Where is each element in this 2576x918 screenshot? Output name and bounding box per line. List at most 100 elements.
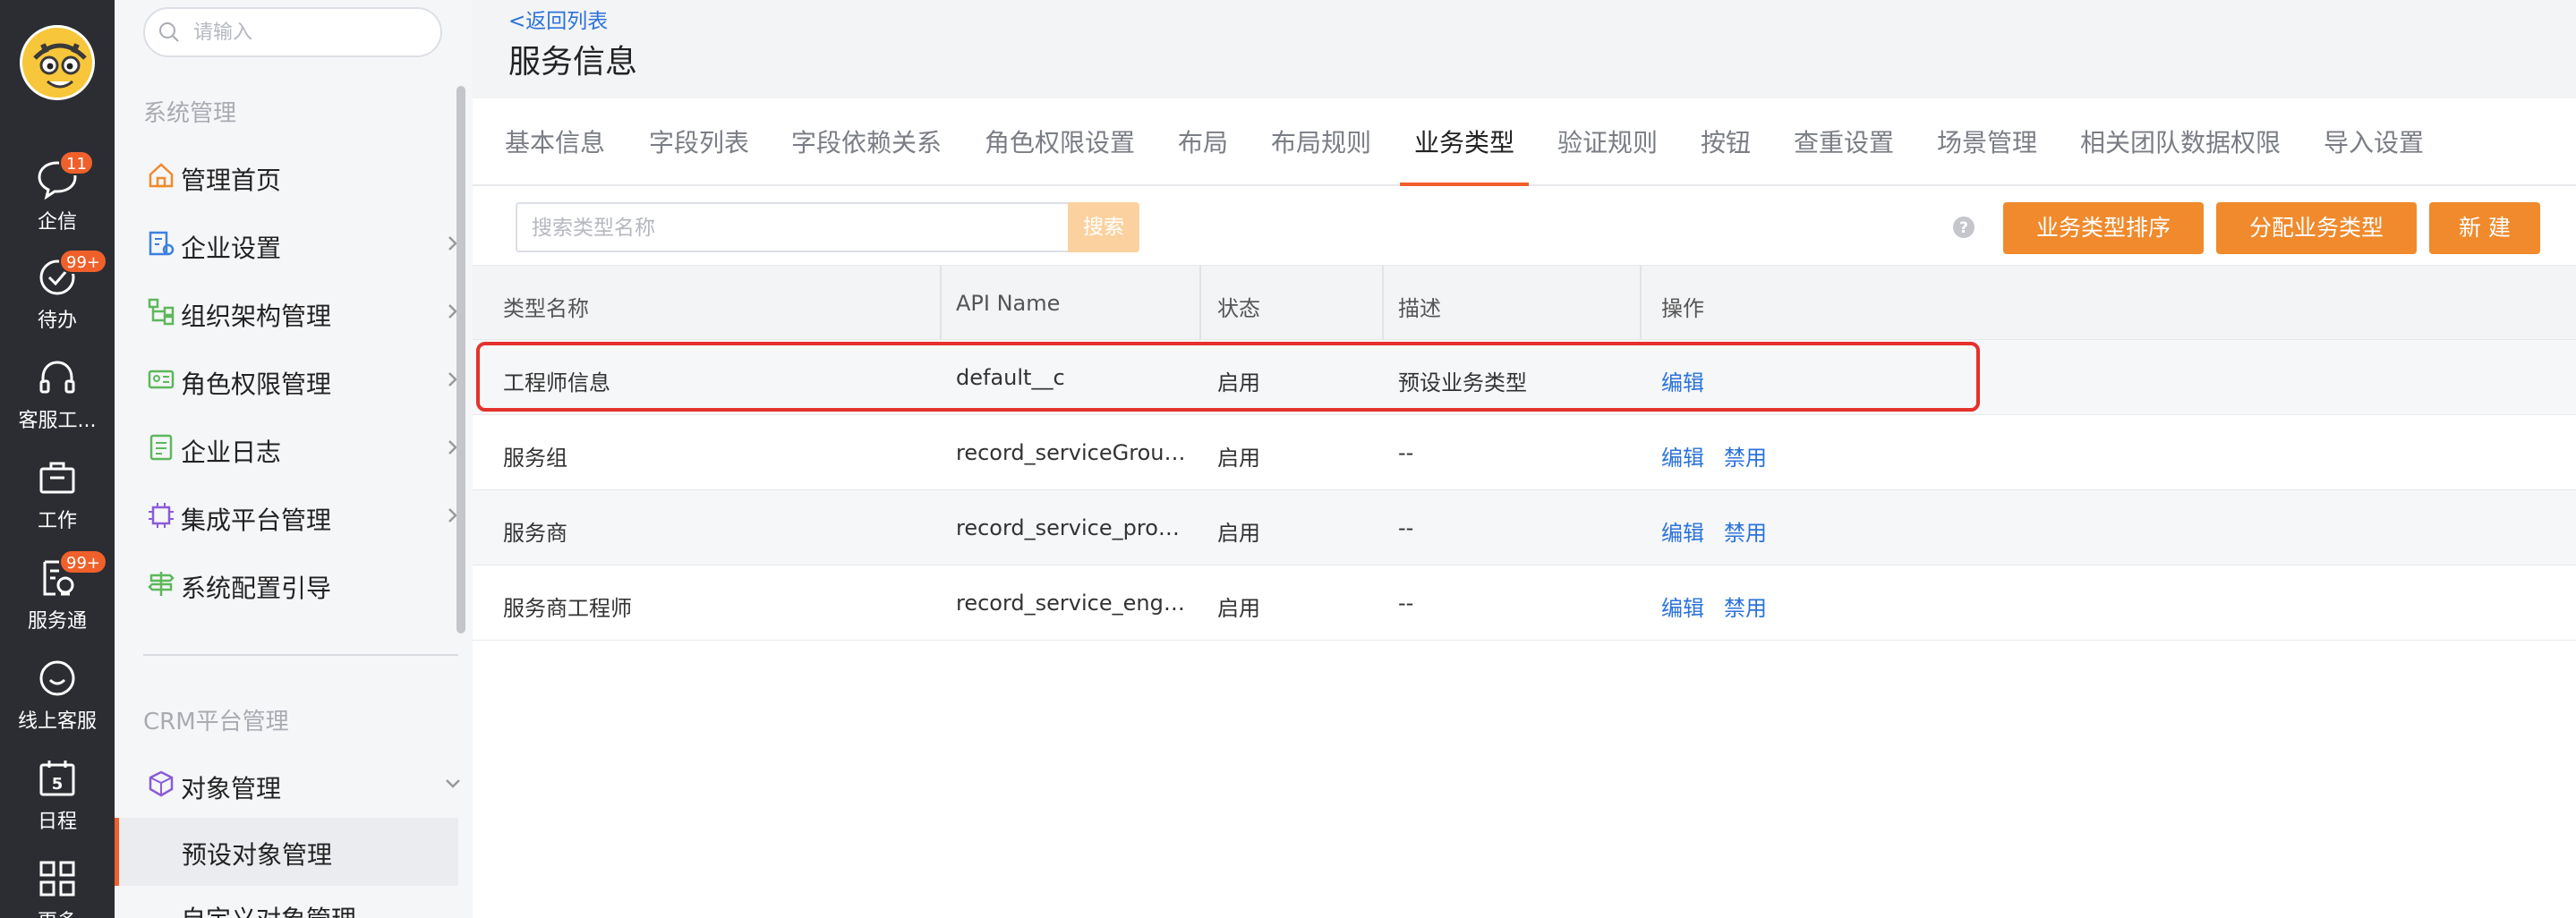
tab-team-data-permissions[interactable]: 相关团队数据权限 [2080,123,2281,159]
sidebar-item-role-permissions[interactable]: 角色权限管理 [140,354,473,404]
tab-business-type[interactable]: 业务类型 [1414,123,1514,159]
rail-label: 待办 [37,310,77,332]
column-divider [1382,266,1384,341]
cell-description: -- [1398,515,1414,540]
enterprise-settings-icon [149,231,175,256]
smile-chat-icon [39,660,75,696]
edit-link[interactable]: 编辑 [1661,591,1704,622]
tab-layout-rules[interactable]: 布局规则 [1271,123,1371,159]
rail-label: 工作 [37,510,77,532]
sidebar-item-label: 管理首页 [181,166,282,195]
sort-business-type-button[interactable]: 业务类型排序 [2003,202,2204,254]
cell-status: 启用 [1217,446,1260,471]
sidebar-item-label: 集成平台管理 [181,506,332,535]
id-card-icon [148,370,175,389]
rail-item-more[interactable]: 更多 [0,850,115,918]
tab-basic-info[interactable]: 基本信息 [505,123,605,159]
cell-type-name: 服务商 [503,521,567,546]
disable-link[interactable]: 禁用 [1724,515,1767,547]
edit-link[interactable]: 编辑 [1661,515,1704,547]
type-search-input[interactable] [532,213,925,243]
page-title: 服务信息 [508,44,638,81]
new-button[interactable]: 新 建 [2429,202,2540,254]
column-divider [1199,266,1201,341]
rail-item-qixin[interactable]: 11 企信 [0,150,115,240]
active-tab-indicator [1400,183,1529,186]
type-search-box[interactable] [516,202,1078,252]
rail-item-todo[interactable]: 99+ 待办 [0,249,115,338]
col-header-actions: 操作 [1661,296,1704,321]
home-icon [149,163,174,188]
sidebar-item-object-management[interactable]: 对象管理 [140,759,473,809]
table-row: 服务组 record_serviceGroup… 启用 -- 编辑 禁用 [473,415,2576,490]
cell-type-name: 工程师信息 [503,370,610,395]
sidebar-item-label: 企业设置 [181,234,282,263]
left-rail: 11 企信 99+ 待办 客服工... 工作 99+ 服务通 线上客服 5 日程 [0,0,115,918]
col-header-description: 描述 [1398,296,1441,321]
main-content: <返回列表 服务信息 基本信息 字段列表 字段依赖关系 角色权限设置 布局 布局… [473,0,2576,918]
rail-label: 线上客服 [17,710,97,733]
tab-buttons[interactable]: 按钮 [1701,123,1751,159]
disable-link[interactable]: 禁用 [1724,440,1767,472]
sidebar-item-label: 对象管理 [181,774,282,803]
cell-description: -- [1398,591,1414,616]
sidebar-divider [143,654,458,656]
tab-bar: 基本信息 字段列表 字段依赖关系 角色权限设置 布局 布局规则 业务类型 验证规… [473,98,2576,186]
rail-label: 日程 [37,811,77,833]
rail-item-customer-service[interactable]: 客服工... [0,349,115,438]
sidebar-subitem-label: 预设对象管理 [182,840,333,870]
tab-field-dependency[interactable]: 字段依赖关系 [791,123,942,159]
table-row: 服务商 record_service_provi… 启用 -- 编辑 禁用 [473,490,2576,565]
search-icon [159,22,179,42]
disable-link[interactable]: 禁用 [1724,591,1767,622]
tab-validation-rules[interactable]: 验证规则 [1557,123,1658,159]
grid-icon [39,861,75,897]
tab-role-permissions[interactable]: 角色权限设置 [985,123,1135,159]
col-header-status: 状态 [1217,296,1260,321]
sidebar-item-integration-platform[interactable]: 集成平台管理 [140,490,473,540]
sidebar-subitem-custom-objects[interactable]: 自定义对象管理 [181,900,356,918]
sidebar-search-input[interactable] [193,18,426,47]
object-cube-icon [149,770,174,797]
column-divider [1640,266,1642,341]
cell-status: 启用 [1217,521,1260,546]
col-header-type-name: 类型名称 [503,296,589,321]
rail-item-service[interactable]: 99+ 服务通 [0,549,115,639]
sidebar-item-enterprise-log[interactable]: 企业日志 [140,422,473,472]
app-logo[interactable] [20,25,95,100]
cell-status: 启用 [1217,596,1260,621]
tab-duplicate-check[interactable]: 查重设置 [1794,123,1894,159]
col-header-api-name: API Name [956,291,1061,316]
back-to-list-link[interactable]: <返回列表 [508,4,608,34]
sidebar-scrollbar[interactable] [456,86,465,633]
sidebar-item-enterprise-settings[interactable]: 企业设置 [140,218,473,268]
tab-field-list[interactable]: 字段列表 [649,123,749,159]
cell-status: 启用 [1217,370,1260,395]
rail-item-work[interactable]: 工作 [0,449,115,539]
edit-link[interactable]: 编辑 [1661,440,1704,472]
sidebar-search[interactable] [143,7,442,57]
rail-item-online-service[interactable]: 线上客服 [0,650,115,739]
edit-link[interactable]: 编辑 [1661,365,1704,396]
sidebar-item-label: 角色权限管理 [181,370,332,399]
tab-scene-management[interactable]: 场景管理 [1937,123,2037,159]
sidebar-item-admin-home[interactable]: 管理首页 [140,150,473,200]
briefcase-icon [39,462,75,494]
sidebar-item-config-guide[interactable]: 系统配置引导 [140,558,473,608]
help-icon[interactable]: ? [1951,215,1976,240]
signpost-icon [148,572,175,596]
tab-import-settings[interactable]: 导入设置 [2324,123,2424,159]
rail-item-calendar[interactable]: 5 日程 [0,750,115,839]
chip-icon [149,503,174,528]
tab-layout[interactable]: 布局 [1178,123,1228,159]
section-crm-platform: CRM平台管理 [143,709,289,735]
table-row: 工程师信息 default__c 启用 预设业务类型 编辑 [473,340,2576,415]
log-icon [149,434,173,461]
search-button[interactable]: 搜索 [1068,202,1139,252]
sidebar-subitem-preset-objects[interactable]: 预设对象管理 [115,818,458,886]
cell-description: -- [1398,440,1414,465]
sidebar-item-org-management[interactable]: 组织架构管理 [140,286,473,336]
assign-business-type-button[interactable]: 分配业务类型 [2216,202,2417,254]
calendar-icon: 5 [39,761,75,796]
sidebar-item-label: 企业日志 [181,438,282,467]
